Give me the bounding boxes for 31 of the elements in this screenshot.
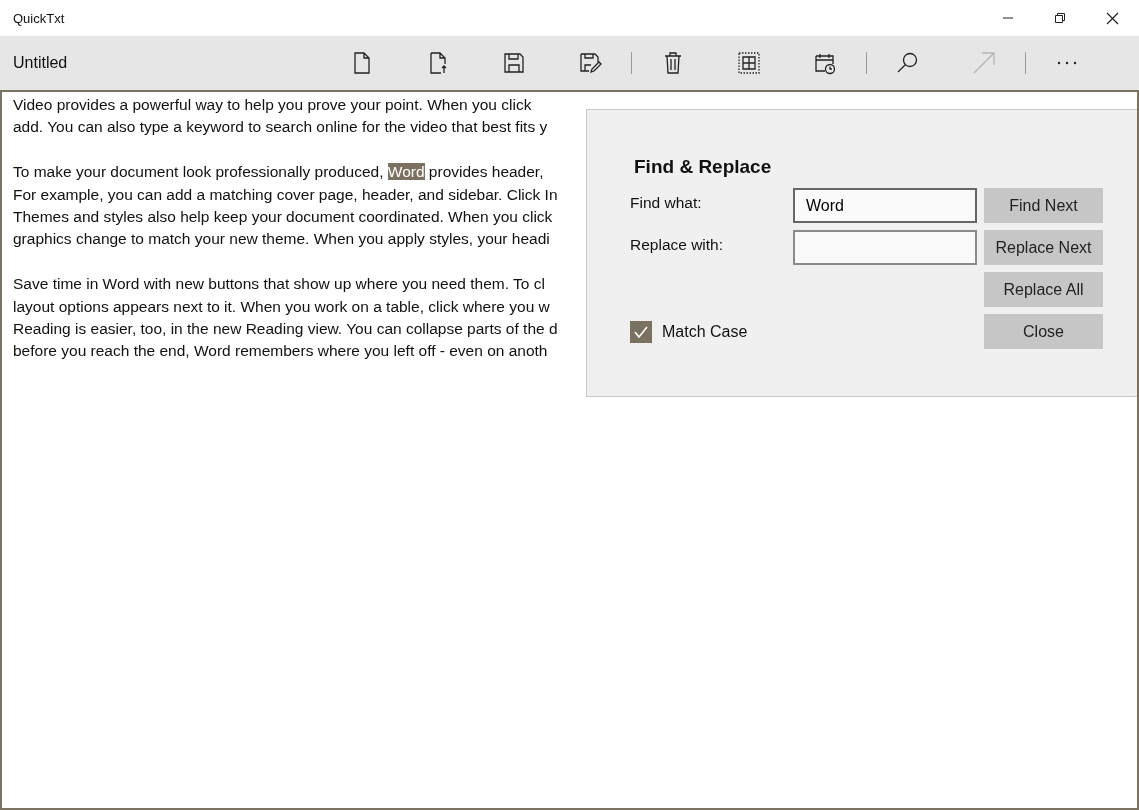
grid-icon[interactable] <box>737 51 761 75</box>
find-next-button[interactable]: Find Next <box>984 188 1103 223</box>
document-line: Save time in Word with new buttons that show up where you need them. To cl <box>13 275 545 293</box>
search-icon[interactable] <box>896 51 920 75</box>
window-title: QuickTxt <box>13 10 65 26</box>
match-case-checkbox[interactable] <box>630 320 652 343</box>
replace-label: Replace with: <box>630 235 725 254</box>
document-line: layout options appears next to it. When you work on a table, click where you w <box>13 297 550 315</box>
document-line: To make your document look professionally produced, Word provides header, <box>13 163 544 181</box>
document-line: Reading is easier, too, in the new Reading view. You can collapse parts of the d <box>13 319 558 337</box>
find-label: Find what: <box>630 193 703 212</box>
document-line: Themes and styles also help keep your document coordinated. When you click <box>13 207 553 225</box>
match-case-label: Match Case <box>662 322 748 341</box>
close-button[interactable]: Close <box>984 314 1103 349</box>
document-line: graphics change to match your new theme. When you apply styles, your headi <box>13 230 550 248</box>
document-title: Untitled <box>13 54 69 72</box>
document-line: add. You can also type a keyword to search online for the video that best fits y <box>13 118 548 136</box>
replace-field[interactable] <box>793 230 977 265</box>
find-field[interactable]: Word <box>793 188 977 223</box>
close-icon[interactable] <box>1106 11 1119 25</box>
dialog-title: Find & Replace <box>634 156 773 178</box>
save-pencil-icon[interactable] <box>578 51 602 75</box>
replace-all-button[interactable]: Replace All <box>984 272 1103 307</box>
restore-icon[interactable] <box>1054 12 1066 24</box>
document-line: For example, you can add a matching cover page, header, and sidebar. Click In <box>13 185 558 203</box>
document-area[interactable] <box>0 90 1139 810</box>
save-icon[interactable] <box>502 51 526 75</box>
document-line: before you reach the end, Word remembers where you left off - even on anoth <box>13 342 548 360</box>
calendar-clock-icon[interactable] <box>813 51 837 75</box>
document-line: Video provides a powerful way to help you prove your point. When you click <box>13 96 532 113</box>
replace-next-button[interactable]: Replace Next <box>984 230 1103 265</box>
